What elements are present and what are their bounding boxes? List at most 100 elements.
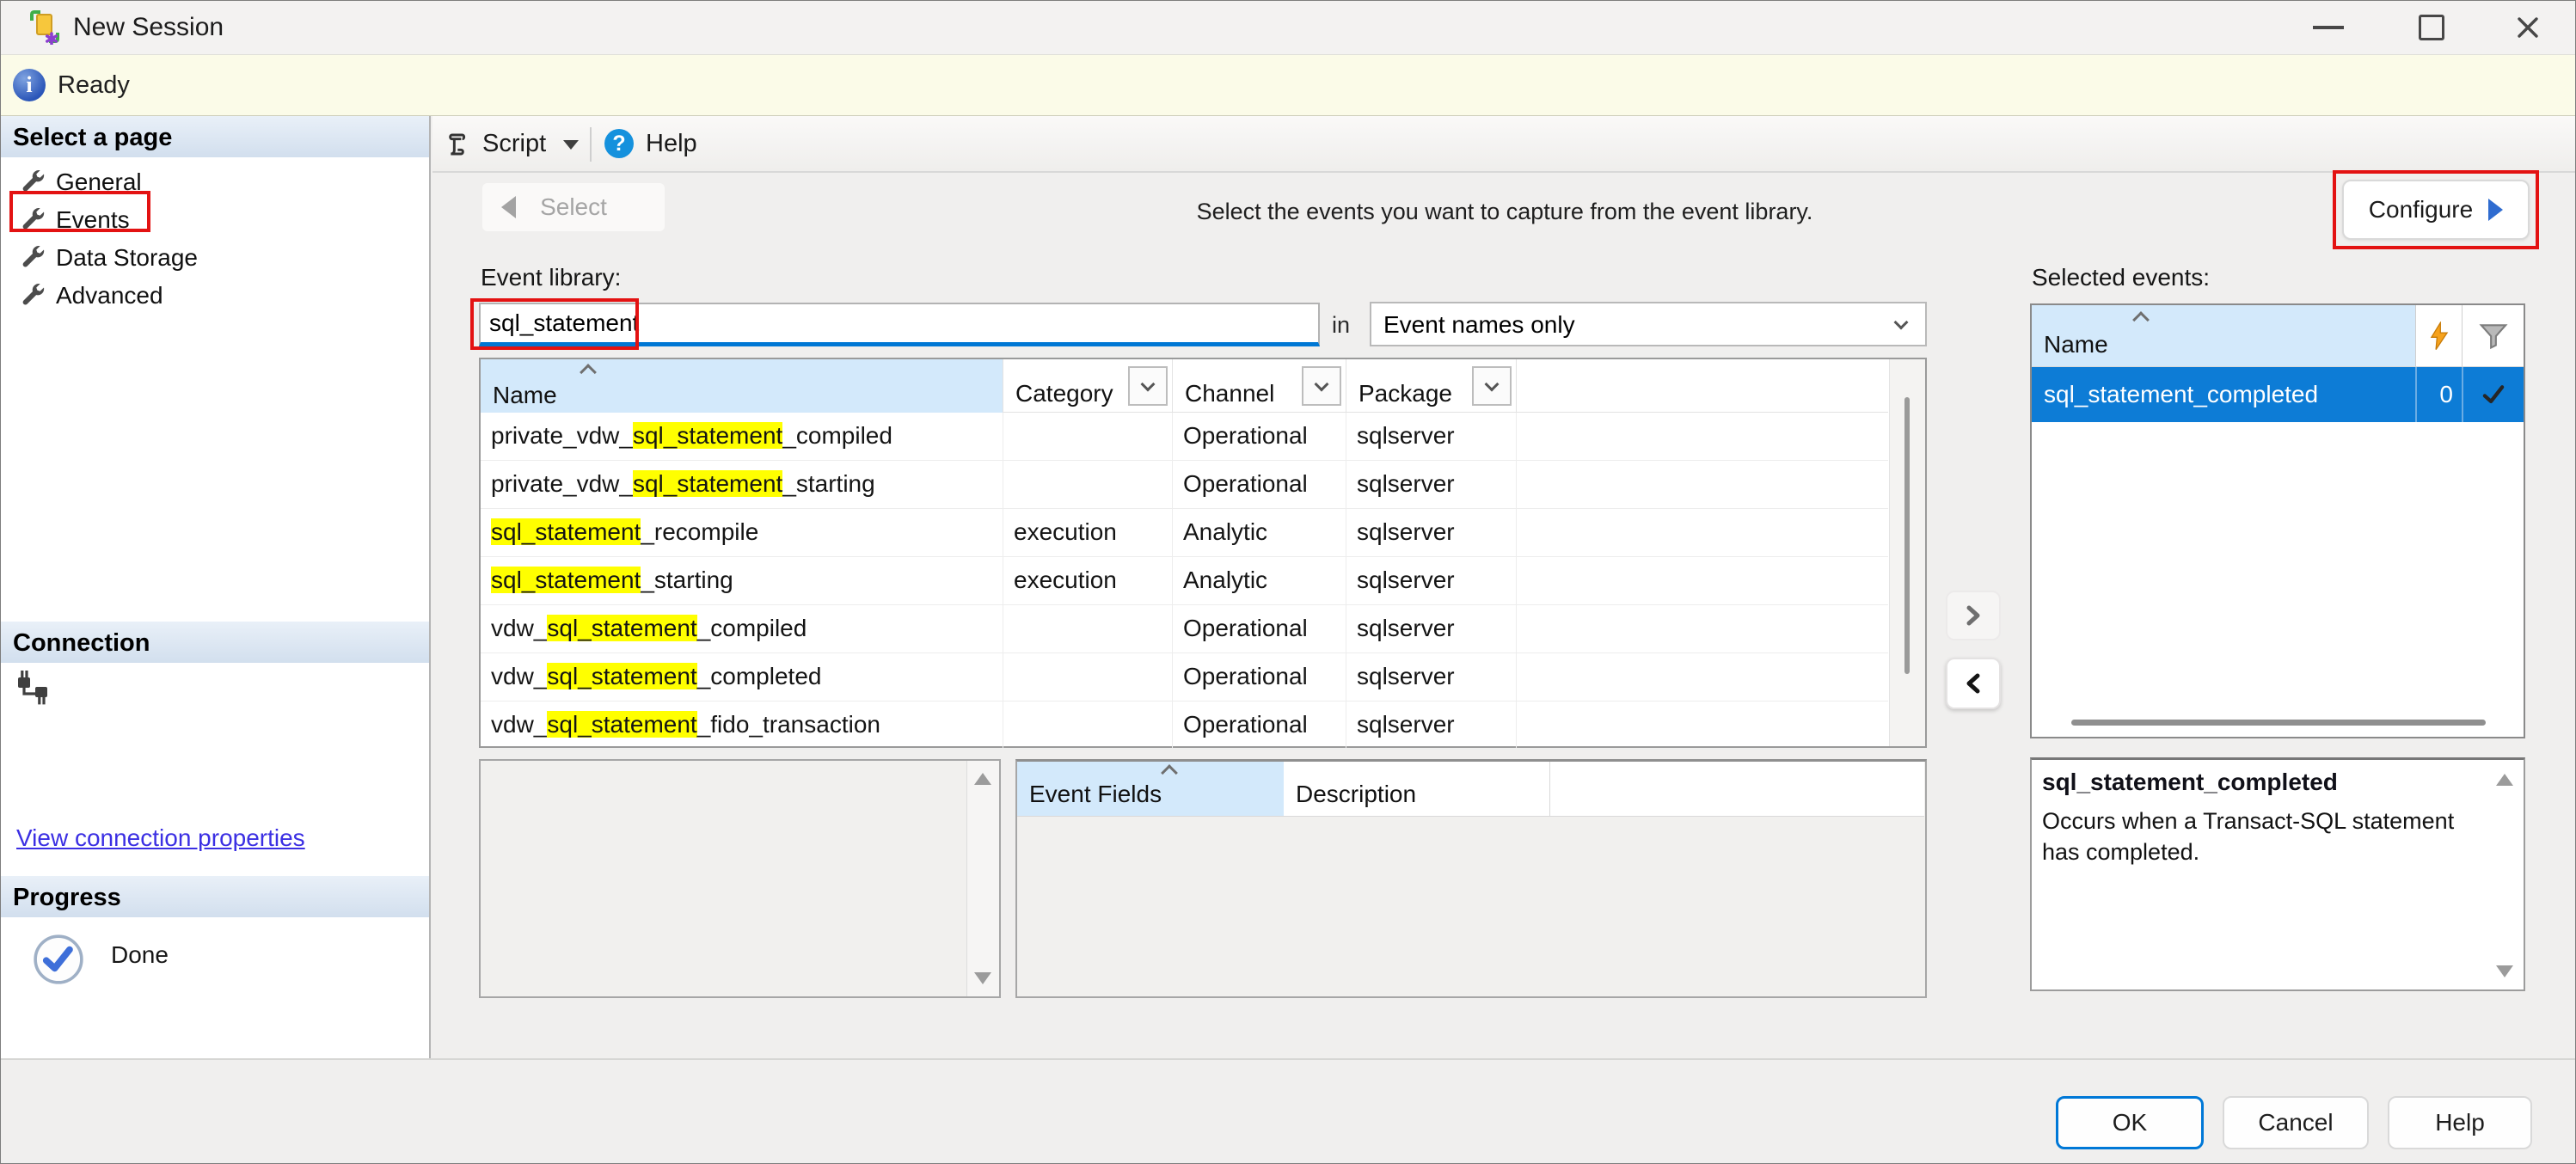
toolbar-help-button[interactable]: Help — [646, 130, 697, 158]
event-filler-cell — [1516, 653, 1888, 701]
event-category-cell — [1003, 605, 1172, 652]
sidebar-item-data-storage[interactable]: Data Storage — [1, 238, 429, 276]
close-button[interactable] — [2494, 1, 2561, 54]
sidebar-item-events[interactable]: Events — [1, 200, 429, 238]
minimize-button[interactable] — [2295, 1, 2362, 54]
scroll-up-icon[interactable] — [974, 773, 991, 785]
configure-label: Configure — [2369, 196, 2473, 224]
search-match-highlight: sql_statement — [633, 422, 782, 449]
vertical-scrollbar[interactable] — [1889, 359, 1925, 746]
search-match-highlight: sql_statement — [633, 470, 782, 497]
view-connection-properties-link[interactable]: View connection properties — [16, 824, 305, 852]
column-header-name[interactable]: Name — [481, 359, 1003, 413]
scroll-up-icon[interactable] — [2496, 774, 2513, 786]
column-header-event-fields[interactable]: Event Fields — [1017, 762, 1284, 816]
minimize-icon — [2313, 26, 2344, 29]
event-library-row[interactable]: vdw_sql_statement_fido_transactionOperat… — [481, 701, 1888, 750]
event-category-cell — [1003, 653, 1172, 701]
selected-events-label: Selected events: — [2032, 264, 2210, 291]
connection-icon — [15, 668, 51, 712]
checkmark-icon — [2481, 383, 2506, 406]
selected-events-header: Name — [2032, 305, 2524, 367]
event-library-row[interactable]: sql_statement_recompileexecutionAnalytic… — [481, 509, 1888, 557]
scroll-down-icon[interactable] — [2496, 965, 2513, 977]
category-filter-dropdown[interactable] — [1128, 366, 1168, 406]
event-library-row[interactable]: private_vdw_sql_statement_compiledOperat… — [481, 413, 1888, 461]
new-session-icon — [30, 10, 59, 45]
instruction-text: Select the events you want to capture fr… — [1010, 199, 1999, 225]
forward-arrow-icon — [2488, 199, 2503, 221]
column-header-category[interactable]: Category — [1003, 359, 1172, 413]
maximize-button[interactable] — [2398, 1, 2465, 54]
event-category-cell — [1003, 413, 1172, 460]
sidebar: Select a page General Events Data Storag… — [1, 116, 431, 1058]
in-label: in — [1332, 312, 1350, 339]
close-icon — [2513, 13, 2542, 42]
event-category-cell: execution — [1003, 557, 1172, 604]
search-match-highlight: sql_statement — [491, 567, 641, 593]
help-button[interactable]: Help — [2388, 1096, 2532, 1149]
selected-event-filter-cell[interactable] — [2462, 367, 2524, 422]
sort-ascending-icon — [1161, 764, 1178, 781]
progress-status: Done — [111, 941, 169, 969]
horizontal-scrollbar-thumb[interactable] — [2071, 720, 2486, 726]
event-name-cell: vdw_sql_statement_compiled — [481, 605, 1003, 652]
configure-button[interactable]: Configure — [2342, 180, 2530, 240]
event-package-cell: sqlserver — [1346, 557, 1516, 604]
library-table-header: Name Category Channel Package — [481, 359, 1888, 413]
cancel-button[interactable]: Cancel — [2223, 1096, 2369, 1149]
event-description-title: sql_statement_completed — [2042, 769, 2338, 796]
event-library-row[interactable]: private_vdw_sql_statement_startingOperat… — [481, 461, 1888, 509]
scrollbar-thumb[interactable] — [1904, 397, 1910, 674]
event-name-cell: private_vdw_sql_statement_compiled — [481, 413, 1003, 460]
status-bar: i Ready — [1, 54, 2575, 116]
title-bar: New Session — [1, 1, 2575, 54]
vertical-scrollbar[interactable] — [966, 761, 999, 996]
chevron-right-icon — [1963, 603, 1984, 628]
help-icon: ? — [604, 129, 634, 158]
select-back-button[interactable]: Select — [482, 183, 665, 231]
add-event-button[interactable] — [1946, 591, 2001, 640]
package-filter-dropdown[interactable] — [1472, 366, 1512, 406]
event-name-cell: sql_statement_starting — [481, 557, 1003, 604]
column-header-name[interactable]: Name — [2032, 305, 2415, 366]
maximize-icon — [2419, 15, 2444, 40]
event-fields-header: Event Fields Description — [1017, 762, 1924, 817]
info-icon: i — [13, 69, 46, 101]
toolbar: Script ? Help — [432, 116, 2576, 173]
event-library-search-input[interactable] — [479, 303, 1320, 346]
wrench-icon — [20, 168, 46, 199]
search-scope-dropdown[interactable]: Event names only — [1370, 302, 1927, 346]
flash-column-header[interactable] — [2415, 305, 2462, 366]
event-filler-cell — [1516, 557, 1888, 604]
remove-event-button[interactable] — [1946, 658, 2001, 709]
event-filler-cell — [1516, 701, 1888, 749]
selected-event-action-count: 0 — [2415, 367, 2462, 422]
sidebar-item-general[interactable]: General — [1, 162, 429, 200]
event-category-cell: execution — [1003, 509, 1172, 556]
column-header-description[interactable]: Description — [1284, 762, 1550, 816]
column-header-package[interactable]: Package — [1346, 359, 1516, 413]
event-library-row[interactable]: vdw_sql_statement_completedOperationalsq… — [481, 653, 1888, 701]
script-button[interactable]: Script — [482, 130, 546, 158]
event-filler-cell — [1516, 413, 1888, 460]
event-library-row[interactable]: vdw_sql_statement_compiledOperationalsql… — [481, 605, 1888, 653]
script-dropdown-caret-icon[interactable] — [563, 140, 579, 150]
event-package-cell: sqlserver — [1346, 413, 1516, 460]
chevron-down-icon — [1485, 377, 1500, 391]
ok-button[interactable]: OK — [2056, 1096, 2204, 1149]
connection-header: Connection — [1, 622, 429, 663]
event-filler-cell — [1516, 509, 1888, 556]
event-library-row[interactable]: sql_statement_startingexecutionAnalytics… — [481, 557, 1888, 605]
selected-event-row[interactable]: sql_statement_completed 0 — [2032, 367, 2524, 422]
event-name-cell: sql_statement_recompile — [481, 509, 1003, 556]
scroll-down-icon[interactable] — [974, 972, 991, 984]
channel-filter-dropdown[interactable] — [1302, 366, 1341, 406]
event-channel-cell: Operational — [1172, 605, 1346, 652]
sidebar-item-advanced[interactable]: Advanced — [1, 276, 429, 314]
column-header-channel[interactable]: Channel — [1172, 359, 1346, 413]
event-package-cell: sqlserver — [1346, 509, 1516, 556]
filter-column-header[interactable] — [2462, 305, 2524, 366]
selected-event-name: sql_statement_completed — [2044, 367, 2318, 422]
chevron-down-icon — [1894, 316, 1909, 330]
